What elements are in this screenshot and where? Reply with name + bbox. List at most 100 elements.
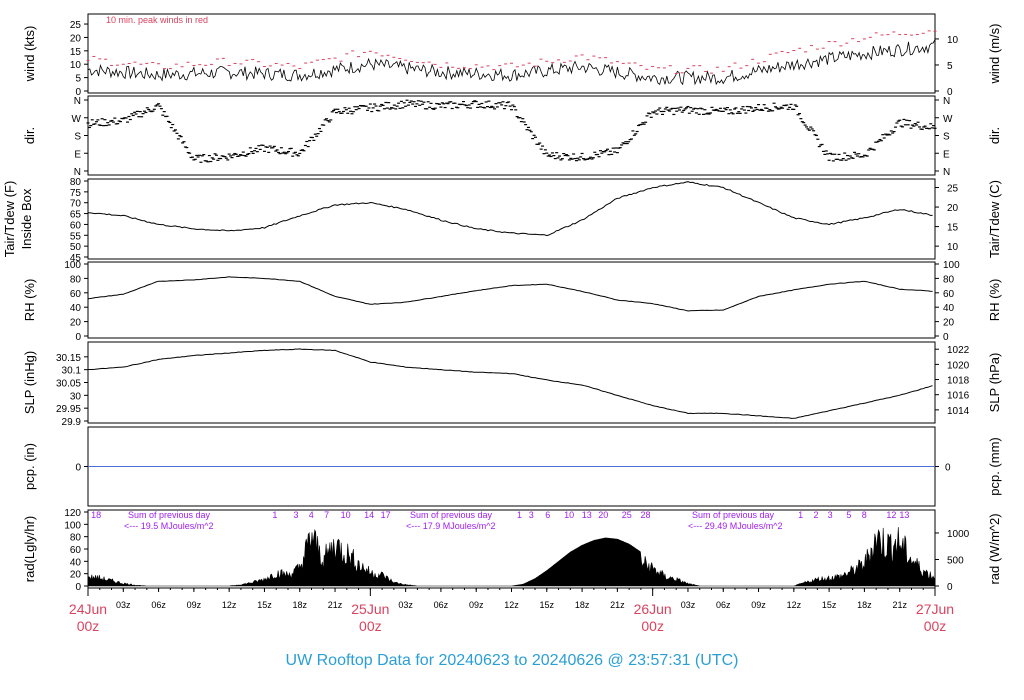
ytick-label: 20 [70, 318, 82, 329]
panel-dir: N NW WS SE EN Ndir. dir. [22, 95, 1002, 178]
ylabel-left: dir. [22, 127, 37, 144]
date-hour: 00z [359, 618, 382, 634]
ytick-label-right: 25 [947, 184, 959, 195]
xtick-label: 21z [892, 600, 907, 610]
daily-sum-label: Sum of previous day [410, 510, 493, 520]
ytick-label-right: 60 [943, 289, 955, 300]
date-hour: 00z [641, 618, 664, 634]
ytick-label: 80 [70, 177, 82, 188]
hour-mark: 14 [364, 510, 374, 520]
slp-line [88, 348, 933, 419]
ylabel-right: wind (m/s) [987, 24, 1002, 85]
ytick-label-right: 0 [943, 332, 949, 343]
ytick-label: 70 [70, 199, 82, 210]
ytick-label: 5 [75, 74, 81, 85]
ytick-label: 30.05 [56, 379, 81, 390]
ytick-label-right: 40 [943, 303, 955, 314]
ytick-label-right: W [943, 114, 953, 125]
ytick-label-right: 0 [947, 582, 953, 593]
hour-mark: 28 [641, 510, 651, 520]
hour-mark: 5 [846, 510, 851, 520]
ytick-label: 0 [75, 463, 81, 474]
xtick-label: 09z [187, 600, 202, 610]
ylabel-left: RH (%) [22, 279, 37, 322]
ytick-label: 10 [70, 60, 82, 71]
hour-mark: 25 [622, 510, 632, 520]
ytick-label: 15 [70, 47, 82, 58]
panel-slp: 29.9 29.95 3030.05 30.1 30.15 1014 1016 1018 102… [22, 341, 1002, 428]
ytick-label: 60 [70, 545, 82, 556]
panel-rh: 0 20 40 60 80 100 0 20 40 60 80 100 RH (%) RH (%) [22, 260, 1002, 343]
ytick-label: 50 [70, 242, 82, 253]
xtick-label: 06z [434, 600, 449, 610]
ytick-label: 120 [64, 508, 81, 519]
ytick-label-right: 1000 [947, 529, 970, 540]
ytick-label-right: 20 [947, 203, 959, 214]
daily-sum-value: <--- 17.9 MJoules/m^2 [406, 521, 496, 531]
ytick-label-right: 20 [943, 318, 955, 329]
xtick-label: 18z [575, 600, 590, 610]
ytick-label: 60 [70, 289, 82, 300]
ylabel-left: rad(Lgly/hr) [22, 516, 37, 582]
xtick-label: 15z [540, 600, 555, 610]
panel-frame [87, 178, 936, 260]
hour-mark: 4 [309, 510, 314, 520]
date-hour: 00z [77, 618, 100, 634]
daily-sum-value: <--- 19.5 MJoules/m^2 [124, 521, 214, 531]
hour-mark: 1 [517, 510, 522, 520]
wind-speed-line [87, 39, 936, 86]
hour-mark: 1 [272, 510, 277, 520]
hour-mark: 3 [529, 510, 534, 520]
panel-pcp: 0 0 pcp. (in) pcp. (mm) [22, 426, 1002, 507]
radiation-area [87, 527, 936, 587]
panel-frame [87, 13, 936, 94]
date-hour: 00z [924, 618, 947, 634]
xtick-label: 21z [328, 600, 343, 610]
ylabel-left: pcp. (in) [22, 443, 37, 490]
panel-temp: 455055606570758010152025Tair/Tdew (F) Ins… [2, 177, 1002, 264]
panel-frame [87, 95, 936, 176]
ytick-label: 0 [75, 582, 81, 593]
chart-title: UW Rooftop Data for 20240623 to 20240626… [286, 652, 739, 669]
xtick-label: 15z [257, 600, 272, 610]
meteogram: 05101520250510wind (kts) wind (m/s)10 min… [2, 13, 1002, 669]
ytick-label-right: 5 [947, 61, 953, 72]
xtick-label: 21z [610, 600, 625, 610]
ytick-label: 80 [70, 274, 82, 285]
xtick-label: 15z [822, 600, 837, 610]
ytick-label-right: E [943, 149, 950, 160]
ytick-label: 80 [70, 533, 82, 544]
date-label: 24Jun [69, 601, 107, 617]
ytick-label: 0 [75, 332, 81, 343]
peak-wind-marks [86, 30, 937, 75]
ytick-label: E [74, 149, 81, 160]
panel-frame [87, 509, 936, 589]
hour-mark: 13 [582, 510, 592, 520]
xtick-label: 09z [751, 600, 766, 610]
hour-mark: 8 [862, 510, 867, 520]
wind-annotation: 10 min. peak winds in red [106, 15, 208, 25]
temp-line [87, 181, 933, 237]
ytick-label: N [74, 96, 81, 107]
ytick-label: 25 [70, 20, 82, 31]
ytick-label-right: 1020 [947, 360, 970, 371]
hour-mark: 7 [324, 510, 329, 520]
hour-mark: 17 [381, 510, 391, 520]
date-label: 25Jun [351, 601, 389, 617]
hour-mark: 12 [886, 510, 896, 520]
daily-sum-label: Sum of previous day [128, 510, 211, 520]
hour-mark: 10 [564, 510, 574, 520]
ytick-label: W [72, 114, 82, 125]
ytick-label-right: 1014 [947, 406, 970, 417]
ytick-label: 55 [70, 231, 82, 242]
ytick-label: 40 [70, 557, 82, 568]
direction-points [86, 99, 937, 163]
xtick-label: 03z [116, 600, 131, 610]
ytick-label-right: 100 [943, 260, 960, 271]
hour-mark: 1 [798, 510, 803, 520]
xtick-label: 03z [681, 600, 696, 610]
xtick-label: 12z [222, 600, 237, 610]
panel-rad: 02040608010012005001000rad(Lgly/hr) rad (… [22, 508, 1002, 593]
ytick-label: 30 [70, 391, 82, 402]
xtick-label: 18z [292, 600, 307, 610]
